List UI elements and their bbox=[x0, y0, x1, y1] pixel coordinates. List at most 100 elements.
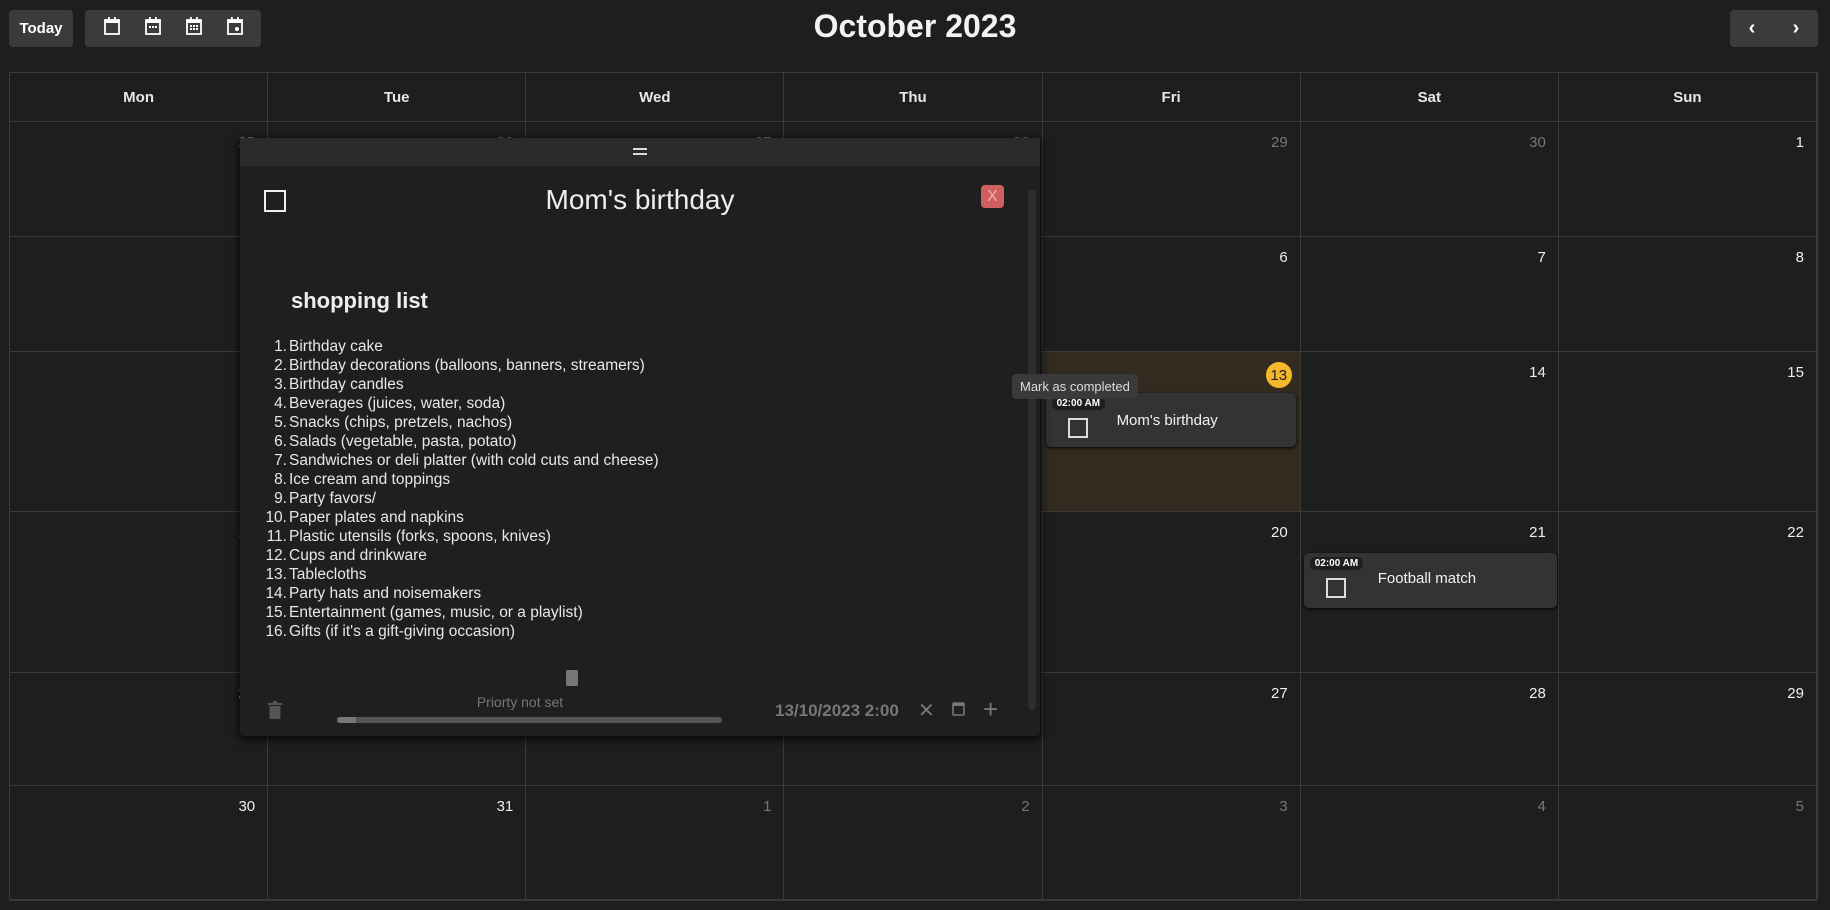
prev-month-button[interactable]: ‹ bbox=[1749, 17, 1756, 40]
day-cell[interactable]: 30 bbox=[1300, 122, 1559, 237]
weekday-header: Mon bbox=[10, 73, 269, 122]
day-number: 31 bbox=[496, 798, 514, 815]
day-cell[interactable]: 2 bbox=[10, 237, 269, 352]
day-cell[interactable]: 1 bbox=[1558, 122, 1817, 237]
event-time: 02:00 AM bbox=[1309, 557, 1364, 570]
priority-slider[interactable] bbox=[337, 717, 722, 723]
day-number: 29 bbox=[1787, 685, 1804, 702]
calendar-icon[interactable] bbox=[952, 701, 965, 721]
day-number: 28 bbox=[1529, 685, 1546, 702]
day-number: 14 bbox=[1529, 364, 1546, 381]
list-item: 10. Paper plates and napkins bbox=[265, 509, 464, 526]
day-cell[interactable]: 27 bbox=[1042, 673, 1301, 786]
weekday-header: Sun bbox=[1558, 73, 1817, 122]
add-icon[interactable]: + bbox=[983, 694, 998, 725]
list-item: 8. Ice cream and toppings bbox=[274, 471, 451, 488]
weekday-header: Tue bbox=[268, 73, 527, 122]
list-item: 5. Snacks (chips, pretzels, nachos) bbox=[274, 414, 513, 431]
day-number: 3 bbox=[1279, 798, 1288, 815]
event-card[interactable]: 02:00 AM Mom's birthday bbox=[1045, 393, 1296, 447]
month-title: October 2023 bbox=[813, 8, 1017, 44]
scrollbar[interactable] bbox=[1028, 190, 1036, 710]
weekday-header: Sat bbox=[1300, 73, 1559, 122]
day-cell[interactable]: 6 bbox=[1042, 237, 1301, 352]
month-nav: ‹ › bbox=[1730, 10, 1818, 47]
day-cell[interactable]: 2 bbox=[784, 786, 1043, 901]
next-month-button[interactable]: › bbox=[1793, 17, 1800, 40]
day-cell[interactable]: 23 bbox=[10, 673, 269, 786]
list-item: 3. Birthday candles bbox=[274, 376, 404, 393]
day-number: 29 bbox=[1271, 134, 1288, 151]
day-number: 7 bbox=[1537, 249, 1546, 266]
list-item: 15. Entertainment (games, music, or a pla… bbox=[265, 604, 583, 621]
day-number: 5 bbox=[1795, 798, 1804, 815]
list-item: 12. Cups and drinkware bbox=[265, 547, 427, 564]
priority-label: Priorty not set bbox=[476, 694, 564, 710]
day-cell[interactable]: 20 bbox=[1042, 512, 1301, 673]
drag-icon bbox=[633, 148, 647, 155]
event-detail-popup: Mom's birthday X shopping list 1. Birthda… bbox=[240, 138, 1040, 736]
day-number: 8 bbox=[1795, 249, 1804, 266]
day-number: 1 bbox=[763, 798, 772, 815]
day-number: 30 bbox=[1529, 134, 1546, 151]
day-cell[interactable]: 5 bbox=[1558, 786, 1817, 901]
event-date[interactable]: 13/10/2023 2:00 bbox=[775, 701, 899, 721]
day-cell[interactable]: 29 bbox=[1558, 673, 1817, 786]
list-item: 9. Party favors/ bbox=[274, 490, 376, 507]
day-cell[interactable]: 15 bbox=[1558, 352, 1817, 512]
weekday-header: Fri bbox=[1042, 73, 1301, 122]
drag-handle[interactable] bbox=[240, 138, 1040, 166]
day-cell[interactable]: 16 bbox=[10, 512, 269, 673]
list-item: 1. Birthday cake bbox=[274, 338, 383, 355]
weekday-header: Thu bbox=[784, 73, 1043, 122]
event-title[interactable]: Mom's birthday bbox=[240, 184, 1040, 216]
list-item: 14. Party hats and noisemakers bbox=[265, 585, 482, 602]
list-item: 16. Gifts (if it's a gift-giving occasion… bbox=[265, 623, 516, 640]
list-item: 7. Sandwiches or deli platter (with cold … bbox=[274, 452, 659, 469]
day-number: 20 bbox=[1271, 524, 1288, 541]
day-number: 27 bbox=[1271, 685, 1288, 702]
tooltip: Mark as completed bbox=[1012, 374, 1138, 399]
list-item: 13. Tablecloths bbox=[265, 566, 367, 583]
event-title: Mom's birthday bbox=[1116, 412, 1218, 429]
day-cell[interactable]: 9 bbox=[10, 352, 269, 512]
clear-date-icon[interactable]: ✕ bbox=[918, 698, 935, 723]
day-cell[interactable]: 7 bbox=[1300, 237, 1559, 352]
day-number: 15 bbox=[1787, 364, 1804, 381]
day-number: 6 bbox=[1279, 249, 1288, 266]
priority-handle-icon[interactable] bbox=[566, 670, 578, 686]
day-cell[interactable]: 3 bbox=[1042, 786, 1301, 901]
day-cell[interactable]: 31 bbox=[268, 786, 527, 901]
close-button[interactable]: X bbox=[981, 185, 1004, 208]
day-number: 22 bbox=[1787, 524, 1804, 541]
day-cell[interactable]: 8 bbox=[1558, 237, 1817, 352]
shopping-list[interactable]: 1. Birthday cake 2. Birthday decorations (b… bbox=[240, 337, 659, 641]
event-complete-checkbox[interactable] bbox=[1067, 418, 1088, 438]
event-card[interactable]: 02:00 AM Football match bbox=[1303, 553, 1557, 608]
day-number: 2 bbox=[1021, 798, 1030, 815]
day-cell[interactable]: 14 bbox=[1300, 352, 1559, 512]
day-cell[interactable]: 1 bbox=[526, 786, 785, 901]
day-number: 1 bbox=[1795, 134, 1804, 151]
list-item: 6. Salads (vegetable, pasta, potato) bbox=[274, 433, 517, 450]
list-item: 11. Plastic utensils (forks, spoons, kniv… bbox=[266, 528, 551, 545]
day-number: 21 bbox=[1529, 524, 1546, 541]
event-complete-checkbox[interactable] bbox=[1325, 578, 1346, 598]
list-item: 4. Beverages (juices, water, soda) bbox=[274, 395, 506, 412]
event-title: Football match bbox=[1377, 570, 1477, 587]
day-number: 4 bbox=[1537, 798, 1546, 815]
day-cell[interactable]: 29 bbox=[1042, 122, 1301, 237]
today-badge: 13 bbox=[1265, 362, 1292, 388]
day-cell[interactable]: 28 bbox=[1300, 673, 1559, 786]
trash-icon[interactable] bbox=[268, 701, 282, 724]
day-number: 30 bbox=[238, 798, 256, 815]
day-cell[interactable]: 25 bbox=[10, 122, 269, 237]
day-cell[interactable]: 30 bbox=[10, 786, 269, 901]
notes-heading: shopping list bbox=[291, 288, 428, 313]
priority-fill bbox=[337, 717, 357, 723]
day-cell[interactable]: 22 bbox=[1558, 512, 1817, 673]
day-cell[interactable]: 21 02:00 AM Football match bbox=[1300, 512, 1559, 673]
weekday-header: Wed bbox=[526, 73, 785, 122]
list-item: 2. Birthday decorations (balloons, banner… bbox=[274, 357, 645, 374]
day-cell[interactable]: 4 bbox=[1300, 786, 1559, 901]
